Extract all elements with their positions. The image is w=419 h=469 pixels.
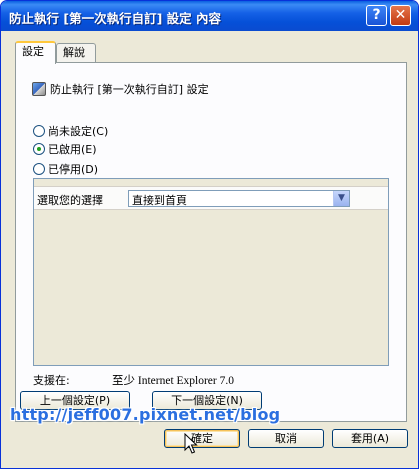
properties-dialog: 防止執行 [第一次執行自訂] 設定 內容 ? ✕ 設定 解說 防止執行 [第一次… [0,0,419,469]
cancel-button[interactable]: 取消 [248,429,324,448]
radio-label: 尚未設定(C) [48,125,109,138]
option-label: 選取您的選擇 [37,194,103,207]
homepage-select[interactable]: 直接到首頁 ▼ [128,190,350,207]
window-title: 防止執行 [第一次執行自訂] 設定 內容 [9,11,221,26]
option-row: 選取您的選擇 直接到首頁 ▼ [34,186,388,210]
ok-button[interactable]: 確定 [164,429,240,448]
radio-disabled[interactable]: 已停用(D) [33,161,98,177]
mouse-pointer-icon [184,433,198,454]
radio-selected-icon[interactable] [33,143,45,155]
radio-circle-icon[interactable] [33,125,45,137]
blog-watermark: http://jeff007.pixnet.net/blog [10,405,281,424]
title-bar[interactable]: 防止執行 [第一次執行自訂] 設定 內容 ? ✕ [1,1,418,31]
policy-setting-icon [32,82,46,96]
policy-heading: 防止執行 [第一次執行自訂] 設定 [32,81,209,97]
radio-not-configured[interactable]: 尚未設定(C) [33,123,108,139]
tab-explain[interactable]: 解說 [56,43,96,63]
close-button[interactable]: ✕ [390,5,411,26]
radio-circle-icon[interactable] [33,163,45,175]
chevron-down-icon[interactable]: ▼ [333,191,349,206]
supported-on-label: 支援在: [33,374,70,387]
radio-label: 已啟用(E) [48,143,97,156]
help-button[interactable]: ? [366,5,387,26]
radio-enabled[interactable]: 已啟用(E) [33,141,97,157]
radio-label: 已停用(D) [48,163,99,176]
policy-title: 防止執行 [第一次執行自訂] 設定 [50,83,209,96]
apply-button[interactable]: 套用(A) [332,429,408,448]
select-value: 直接到首頁 [132,194,187,207]
supported-on-value: 至少 Internet Explorer 7.0 [112,375,234,387]
options-panel: 選取您的選擇 直接到首頁 ▼ [33,178,389,366]
settings-panel: 防止執行 [第一次執行自訂] 設定 尚未設定(C) 已啟用(E) 已停用(D) … [15,62,407,422]
tab-settings[interactable]: 設定 [15,41,56,64]
